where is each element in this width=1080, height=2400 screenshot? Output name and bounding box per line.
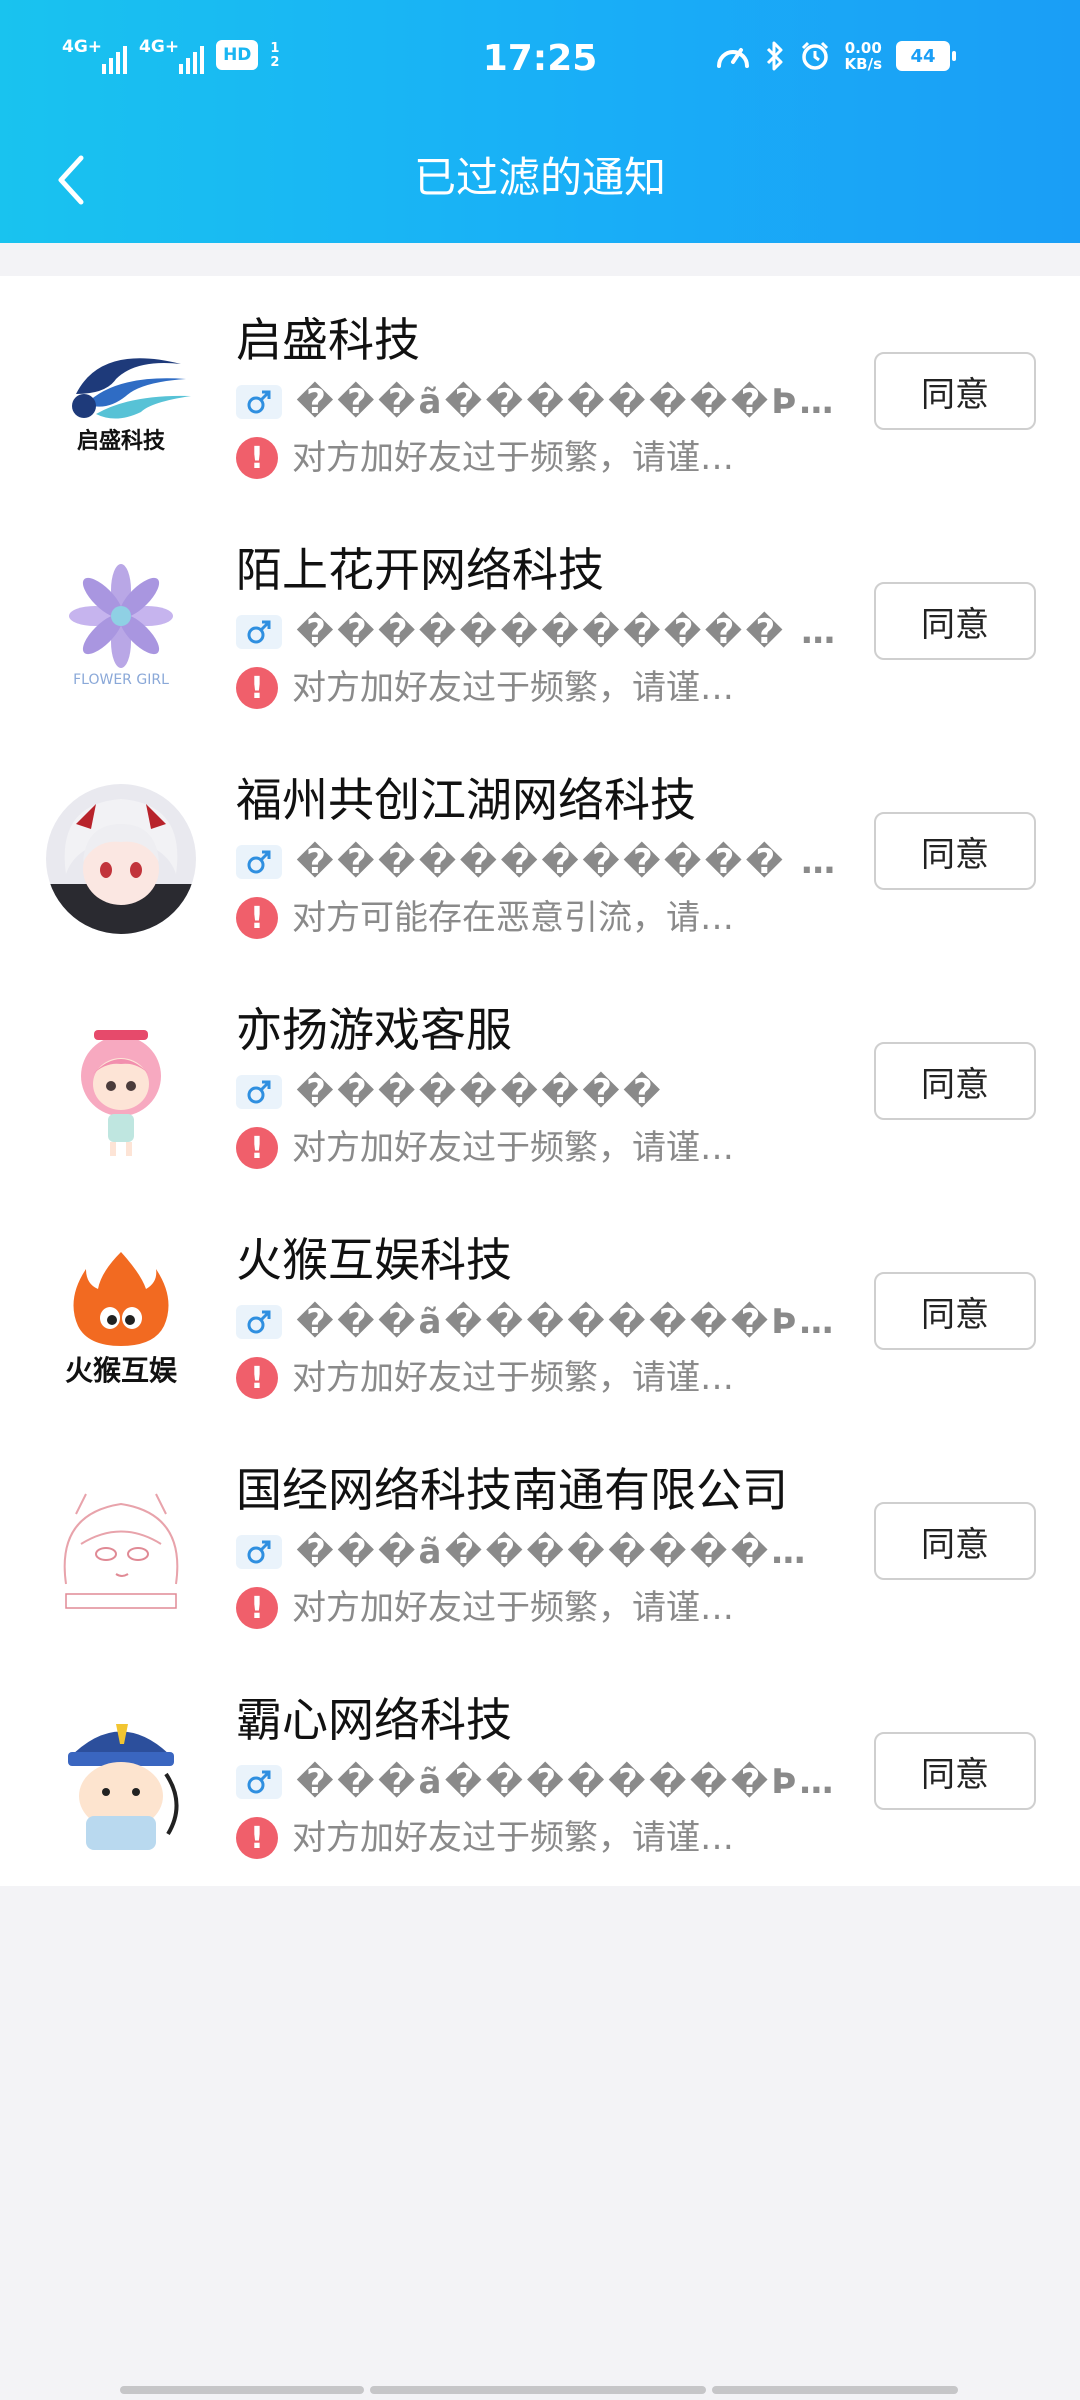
warning-icon: !: [236, 437, 278, 479]
company-logo-image: FLOWER GIRL: [46, 554, 196, 704]
gesture-bar[interactable]: [120, 2386, 960, 2394]
male-gender-icon: [236, 845, 282, 879]
signature-text: ���ã��������Þƺ�…: [296, 382, 844, 422]
warning-icon: !: [236, 897, 278, 939]
male-gender-icon: [236, 1765, 282, 1799]
info-line: ������������ �…: [236, 840, 844, 884]
warning-line: ! 对方可能存在恶意引流，请…: [236, 896, 734, 940]
list-item[interactable]: 国经网络科技南通有限公司 ���ã����������Ï… ! 对方加好友过于频…: [0, 1426, 1080, 1656]
warning-icon: !: [236, 667, 278, 709]
net-speed-value: 0.00: [844, 39, 882, 57]
signature-text: ���ã����������Ï…: [296, 1532, 844, 1572]
alarm-clock-icon: [801, 41, 828, 70]
info-line: ������������ �…: [236, 610, 844, 654]
status-bar: 4G+ 4G+ HD 1 2 17:25 0.00 KB/s 44: [0, 0, 1080, 120]
agree-button[interactable]: 同意: [874, 582, 1036, 660]
avatar[interactable]: 启盛科技: [46, 324, 196, 474]
page-title: 已过滤的通知: [413, 153, 666, 202]
net-speed-unit: KB/s: [844, 55, 882, 73]
logo-text: FLOWER GIRL: [73, 672, 169, 688]
avatar[interactable]: 火猴互娱: [46, 1244, 196, 1394]
avatar[interactable]: [46, 784, 196, 934]
warning-icon: !: [236, 1587, 278, 1629]
info-line: ���ã��������Þƺ�…: [236, 380, 844, 424]
cartoon-girl-avatar-image: [46, 1014, 196, 1164]
app-header: 4G+ 4G+ HD 1 2 17:25 0.00 KB/s 44 已过滤的通知: [0, 0, 1080, 243]
avatar[interactable]: [46, 1474, 196, 1624]
contact-name: 福州共创江湖网络科技: [236, 773, 696, 827]
avatar[interactable]: [46, 1704, 196, 1854]
status-right: 0.00 KB/s 44: [715, 40, 956, 72]
list-item[interactable]: 启盛科技 启盛科技 ���ã��������Þƺ�… ! 对方加好友过于频繁，请…: [0, 276, 1080, 506]
sketch-avatar-image: [46, 1474, 196, 1624]
company-logo-image: 启盛科技: [46, 324, 196, 474]
avatar[interactable]: [46, 1014, 196, 1164]
list-item[interactable]: FLOWER GIRL 陌上花开网络科技 ������������ �… ! 对…: [0, 506, 1080, 736]
contact-name: 火猴互娱科技: [236, 1233, 512, 1287]
cartoon-official-avatar-image: [46, 1704, 196, 1854]
contact-name: 陌上花开网络科技: [236, 543, 604, 597]
agree-button[interactable]: 同意: [874, 1272, 1036, 1350]
info-line: ���ã��������Þ�и…: [236, 1760, 844, 1804]
warning-line: ! 对方加好友过于频繁，请谨…: [236, 1816, 734, 1860]
battery-level: 44: [910, 45, 936, 67]
male-gender-icon: [236, 1305, 282, 1339]
avatar[interactable]: FLOWER GIRL: [46, 554, 196, 704]
anime-character-avatar-image: [46, 784, 196, 934]
warning-text: 对方加好友过于频繁，请谨…: [292, 1818, 734, 1858]
speedometer-icon: [716, 48, 749, 68]
warning-line: ! 对方加好友过于频繁，请谨…: [236, 1126, 734, 1170]
warning-text: 对方加好友过于频繁，请谨…: [292, 1128, 734, 1168]
warning-line: ! 对方加好友过于频繁，请谨…: [236, 1586, 734, 1630]
nav-bar: 已过滤的通知: [0, 130, 1080, 230]
list-item[interactable]: 亦扬游戏客服 ��������� ! 对方加好友过于频繁，请谨… 同意: [0, 966, 1080, 1196]
agree-button[interactable]: 同意: [874, 1502, 1036, 1580]
logo-text: 启盛科技: [77, 428, 166, 454]
warning-line: ! 对方加好友过于频繁，请谨…: [236, 1356, 734, 1400]
contact-name: 启盛科技: [236, 313, 420, 367]
warning-icon: !: [236, 1357, 278, 1399]
agree-button[interactable]: 同意: [874, 1732, 1036, 1810]
warning-text: 对方加好友过于频繁，请谨…: [292, 438, 734, 478]
logo-text: 火猴互娱: [65, 1354, 178, 1387]
company-logo-image: 火猴互娱: [46, 1244, 196, 1394]
info-line: ���������: [236, 1070, 664, 1114]
warning-text: 对方加好友过于频繁，请谨…: [292, 668, 734, 708]
agree-button[interactable]: 同意: [874, 812, 1036, 890]
list-item[interactable]: 霸心网络科技 ���ã��������Þ�и… ! 对方加好友过于频繁，请谨… …: [0, 1656, 1080, 1886]
contact-name: 霸心网络科技: [236, 1693, 512, 1747]
warning-line: ! 对方加好友过于频繁，请谨…: [236, 666, 734, 710]
signature-text: ������������ �…: [296, 842, 844, 882]
signature-text: ������������ �…: [296, 612, 844, 652]
male-gender-icon: [236, 1075, 282, 1109]
agree-button[interactable]: 同意: [874, 1042, 1036, 1120]
agree-button[interactable]: 同意: [874, 352, 1036, 430]
male-gender-icon: [236, 385, 282, 419]
contact-name: 亦扬游戏客服: [236, 1003, 512, 1057]
warning-text: 对方可能存在恶意引流，请…: [292, 898, 734, 938]
info-line: ���ã����������Ï…: [236, 1530, 844, 1574]
male-gender-icon: [236, 1535, 282, 1569]
warning-icon: !: [236, 1127, 278, 1169]
battery-icon: 44: [896, 41, 956, 71]
list-item[interactable]: 福州共创江湖网络科技 ������������ �… ! 对方可能存在恶意引流，…: [0, 736, 1080, 966]
male-gender-icon: [236, 615, 282, 649]
filtered-request-list: 启盛科技 启盛科技 ���ã��������Þƺ�… ! 对方加好友过于频繁，请…: [0, 276, 1080, 1886]
warning-text: 对方加好友过于频繁，请谨…: [292, 1588, 734, 1628]
signature-text: ���ã��������Þ�и…: [296, 1762, 844, 1802]
network-speed: 0.00 KB/s: [845, 40, 882, 72]
warning-icon: !: [236, 1817, 278, 1859]
info-line: ���ã��������Þƺ�…: [236, 1300, 844, 1344]
bluetooth-icon: [766, 41, 783, 71]
list-item[interactable]: 火猴互娱 火猴互娱科技 ���ã��������Þƺ�… ! 对方加好友过于频繁…: [0, 1196, 1080, 1426]
signature-text: ���ã��������Þƺ�…: [296, 1302, 844, 1342]
signature-text: ���������: [296, 1072, 664, 1112]
warning-line: ! 对方加好友过于频繁，请谨…: [236, 436, 734, 480]
contact-name: 国经网络科技南通有限公司: [236, 1463, 788, 1517]
warning-text: 对方加好友过于频繁，请谨…: [292, 1358, 734, 1398]
